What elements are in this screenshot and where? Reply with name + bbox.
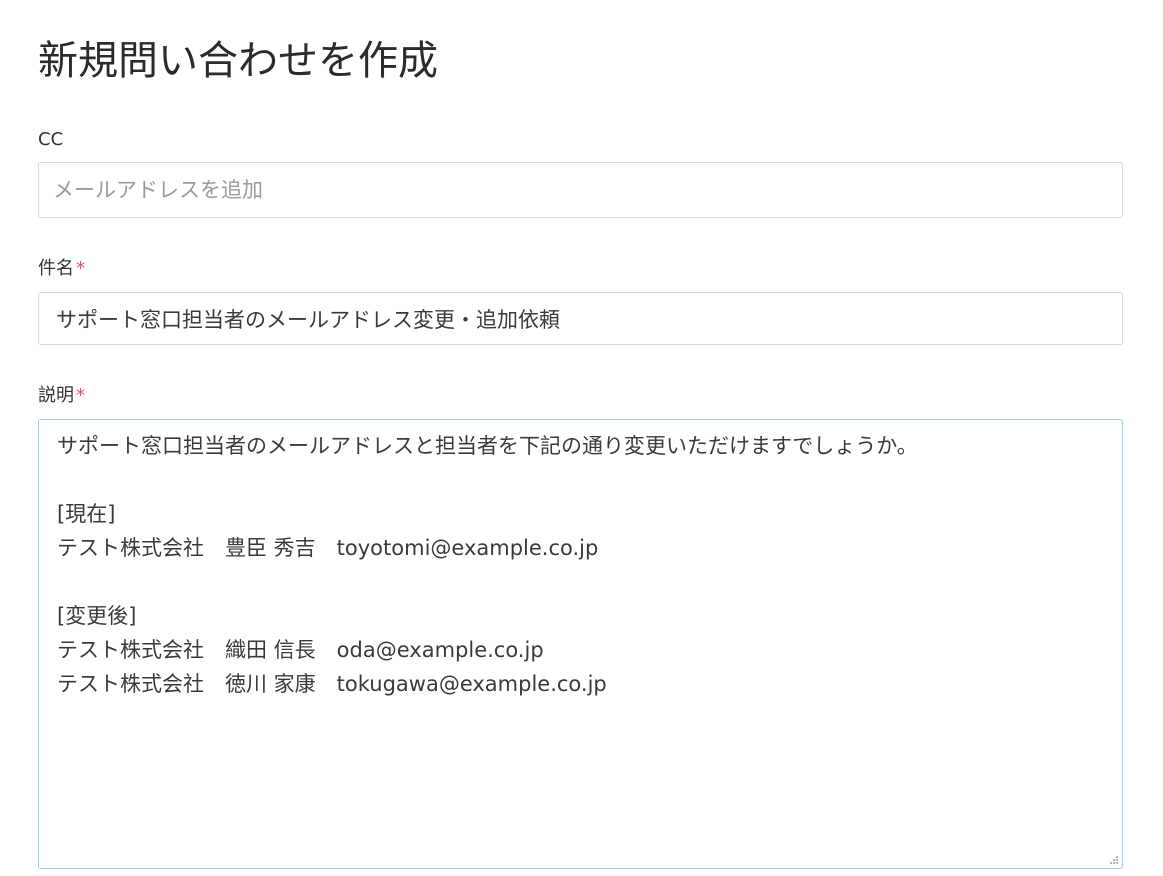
- description-line: テスト株式会社 豊臣 秀吉 toyotomi@example.co.jp: [57, 536, 599, 560]
- description-line: テスト株式会社 徳川 家康 tokugawa@example.co.jp: [57, 672, 607, 696]
- subject-input[interactable]: [38, 292, 1123, 345]
- resize-grip-icon[interactable]: [1108, 854, 1119, 865]
- description-label-text: 説明: [38, 385, 74, 406]
- description-line: [変更後]: [57, 604, 137, 628]
- new-request-form-page: 新規問い合わせを作成 CC 件名* 説明* サポート窓口担当者のメールアドレスと…: [0, 0, 1163, 876]
- description-field-label: 説明 *: [38, 384, 85, 408]
- description-required-mark: *: [76, 385, 85, 406]
- description-line: [現在]: [57, 502, 116, 526]
- cc-field-label: CC: [38, 128, 63, 152]
- description-textarea[interactable]: サポート窓口担当者のメールアドレスと担当者を下記の通り変更いただけますでしょうか…: [38, 419, 1123, 869]
- description-line: [57, 463, 1104, 497]
- description-line: サポート窓口担当者のメールアドレスと担当者を下記の通り変更いただけますでしょうか…: [57, 434, 918, 458]
- subject-required-mark: *: [76, 258, 85, 279]
- description-line: [57, 565, 1104, 599]
- subject-label-text: 件名: [38, 258, 74, 279]
- cc-email-input[interactable]: [38, 162, 1123, 218]
- cc-label-text: CC: [38, 129, 64, 150]
- subject-field-label: 件名 *: [38, 257, 85, 281]
- description-line: テスト株式会社 織田 信長 oda@example.co.jp: [57, 638, 544, 662]
- page-title: 新規問い合わせを作成: [38, 38, 438, 84]
